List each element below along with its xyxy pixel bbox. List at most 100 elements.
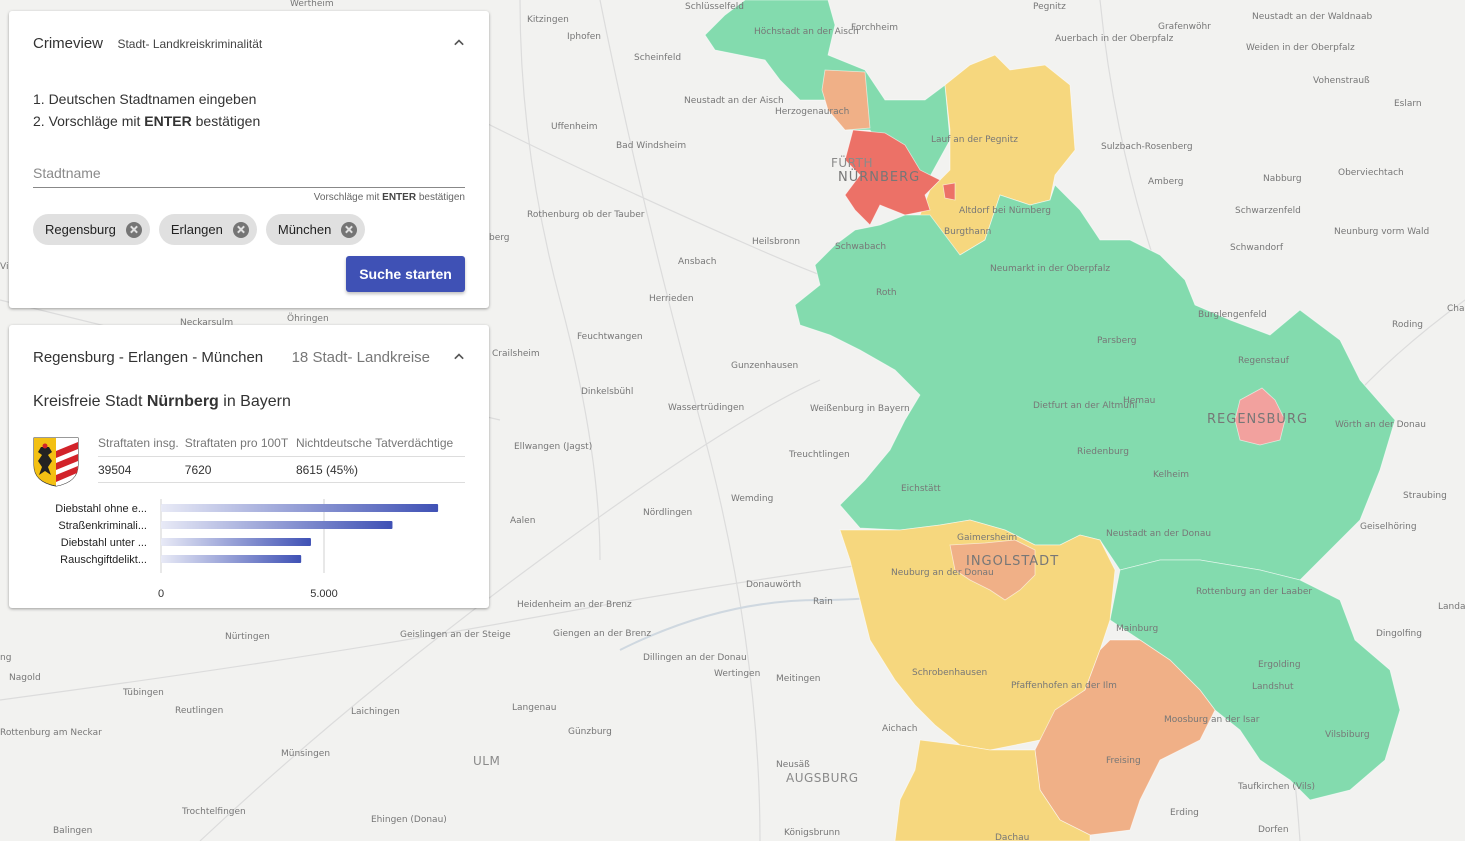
district-name: Nürnberg [146,393,219,410]
bar[interactable] [161,521,393,529]
bar[interactable] [161,555,302,563]
chevron-up-icon[interactable] [449,347,469,367]
input-hint-pre: Vorschläge mit [313,192,383,203]
place-label: Dorfen [1258,825,1289,835]
place-label: Burgthann [944,227,991,237]
stats-table: Straftaten insg. Straftaten pro 100T Nic… [98,432,465,483]
place-label: Dingolfing [1376,629,1422,639]
stats-header: Straftaten insg. [98,432,185,457]
place-label: Eslarn [1394,99,1422,109]
place-label: Roth [876,288,897,298]
place-label: Forchheim [851,23,898,33]
place-label: Regenstauf [1238,356,1290,366]
category-label: Straßenkriminali... [58,520,147,532]
place-label: Herrieden [649,294,694,304]
district-heading-post: in Bayern [218,393,291,410]
place-label: Straubing [1403,491,1447,501]
place-label: Wörth an der Donau [1335,420,1426,430]
bar[interactable] [161,504,439,512]
place-label: Aalen [510,516,535,526]
place-label: Wertheim [290,0,334,9]
chevron-up-icon[interactable] [449,33,469,53]
app-subtitle: Stadt- Landkreiskriminalität [117,37,263,51]
results-count: 18 Stadt- Landkreise [291,349,431,366]
place-label: Oberviechtach [1338,168,1404,178]
place-label: Erding [1170,808,1199,818]
place-label: Neustadt an der Aisch [684,96,784,106]
place-label: Schwandorf [1230,243,1284,253]
place-label: Ellwangen (Jagst) [514,442,592,452]
place-label: Mainburg [1116,624,1158,634]
place-label: Ansbach [678,257,716,267]
place-label: Kelheim [1153,470,1189,480]
place-label: Roding [1392,320,1423,330]
district-schwabach[interactable] [942,182,956,201]
place-label: Amberg [1148,177,1183,187]
place-label: Cha [1447,304,1465,314]
city-field [33,161,465,188]
place-label: Crailsheim [492,349,540,359]
place-label: Gunzenhausen [731,361,798,371]
x-tick-label: 5,000 [310,588,338,597]
place-label: Uffenheim [551,122,598,132]
place-label: Iphofen [567,32,601,42]
search-button[interactable]: Suche starten [346,256,465,292]
place-label: Rottenburg am Neckar [0,728,102,738]
place-label: Eichstätt [901,484,941,494]
place-label: Günzburg [568,727,612,737]
label-nuernberg: NÜRNBERG [838,168,920,185]
instruction-step-2-pre: 2. Vorschläge mit [33,113,145,129]
chip-regensburg[interactable]: Regensburg [33,214,150,245]
place-label: Gaimersheim [957,533,1017,543]
place-label: Schrobenhausen [912,668,987,678]
place-label: Meitingen [776,674,821,684]
category-label: Rauschgiftdelikt... [60,554,147,566]
place-label: Nürtingen [225,632,270,642]
place-label: Taufkirchen (Vils) [1237,782,1315,792]
results-card-header[interactable]: Regensburg - Erlangen - München 18 Stadt… [33,349,469,369]
place-label: Heidenheim an der Brenz [517,600,632,610]
place-label: Parsberg [1097,336,1136,346]
place-label: Nabburg [1263,174,1302,184]
place-label: Pfaffenhofen an der Ilm [1011,681,1117,691]
stats-header-row: Straftaten insg. Straftaten pro 100T Nic… [98,432,465,457]
place-label: Grafenwöhr [1158,22,1211,32]
chip-label: München [277,222,332,237]
category-label: Diebstahl ohne e... [55,503,147,515]
label-augsburg: AUGSBURG [786,771,859,785]
place-label: Moosburg an der Isar [1164,715,1260,725]
place-label: Öhringen [287,313,329,324]
table-row: 39504 7620 8615 (45%) [98,456,465,483]
place-label: Neustadt an der Donau [1106,529,1211,539]
place-label: Tübingen [122,688,164,698]
place-label: Trochtelfingen [181,807,246,817]
place-label: Münsingen [281,749,330,759]
cancel-circle-icon[interactable] [125,221,142,238]
bar[interactable] [161,538,311,546]
stats-cell: 8615 (45%) [295,456,465,483]
city-input[interactable] [33,161,465,188]
place-label: Pegnitz [1033,2,1066,12]
place-label: Rothenburg ob der Tauber [527,210,645,220]
place-label: Neusäß [776,760,810,770]
place-label: ng [0,653,11,663]
place-label: Burglengenfeld [1198,310,1267,320]
place-label: Neumarkt in der Oberpfalz [990,264,1110,274]
search-card-header[interactable]: Crimeview Stadt- Landkreiskriminalität [33,35,469,55]
place-label: Neuburg an der Donau [891,568,994,578]
chip-muenchen[interactable]: München [265,214,366,245]
cancel-circle-icon[interactable] [341,221,358,238]
place-label: Weißenburg in Bayern [810,404,910,414]
place-label: Dinkelsbühl [581,387,633,397]
place-label: Sulzbach-Rosenberg [1101,142,1193,152]
cancel-circle-icon[interactable] [232,221,249,238]
place-label: Wassertrüdingen [668,403,744,413]
chip-erlangen[interactable]: Erlangen [158,214,257,245]
place-label: Lauf an der Pegnitz [931,135,1018,145]
instruction-step-2-key: ENTER [144,113,192,129]
input-hint: Vorschläge mit ENTER bestätigen [314,192,465,203]
chip-label: Regensburg [45,222,116,237]
place-label: Kitzingen [527,15,569,25]
place-label: Altdorf bei Nürnberg [959,206,1051,216]
place-label: Bad Windsheim [616,141,686,151]
